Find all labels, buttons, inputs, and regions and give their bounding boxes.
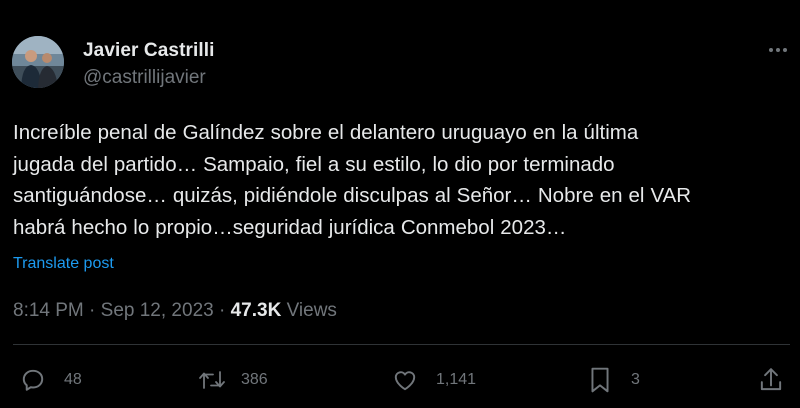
meta-separator: ·	[83, 300, 101, 321]
views-label: Views	[281, 300, 337, 321]
repost-count: 386	[241, 371, 268, 388]
share-button[interactable]	[758, 365, 784, 395]
repost-icon	[199, 371, 225, 389]
more-button[interactable]	[763, 40, 793, 60]
like-button[interactable]: 1,141	[392, 365, 476, 395]
author-handle[interactable]: @castrillijavier	[83, 67, 206, 89]
avatar-image	[12, 36, 64, 88]
reply-button[interactable]: 48	[20, 365, 82, 395]
reply-count: 48	[64, 371, 82, 388]
avatar[interactable]	[12, 36, 64, 88]
reply-icon	[22, 369, 44, 391]
divider	[13, 344, 790, 345]
meta-separator: ·	[213, 300, 231, 321]
more-icon	[769, 48, 787, 52]
bookmark-count: 3	[631, 371, 640, 388]
tweet-time[interactable]: 8:14 PM	[13, 300, 84, 321]
translate-post-link[interactable]: Translate post	[13, 255, 114, 273]
bookmark-button[interactable]: 3	[589, 365, 640, 395]
repost-button[interactable]: 386	[197, 365, 268, 395]
like-icon	[394, 371, 416, 391]
bookmark-icon	[591, 367, 609, 393]
tweet-date[interactable]: Sep 12, 2023	[101, 300, 214, 321]
like-count: 1,141	[436, 371, 477, 388]
tweet-meta: 8:14 PM · Sep 12, 2023 · 47.3K Views	[13, 300, 337, 322]
author-name[interactable]: Javier Castrilli	[83, 40, 215, 62]
views-count: 47.3K	[230, 300, 282, 321]
tweet-text: Increíble penal de Galíndez sobre el del…	[13, 121, 692, 239]
share-icon	[760, 368, 782, 391]
